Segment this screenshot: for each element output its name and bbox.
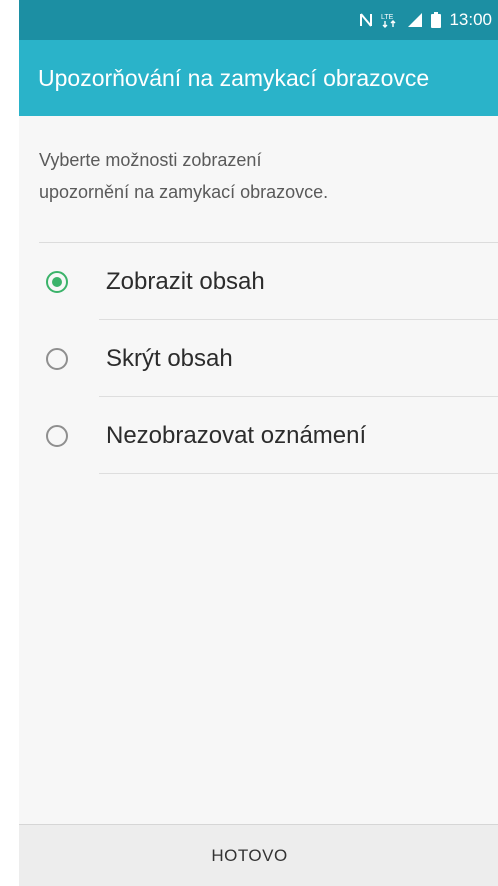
- description: Vyberte možnosti zobrazení upozornění na…: [19, 116, 498, 224]
- nfc-icon: [359, 12, 373, 28]
- option-skryt-obsah[interactable]: Skrýt obsah: [19, 320, 498, 397]
- option-label: Zobrazit obsah: [106, 267, 265, 295]
- radio-unselected-icon[interactable]: [46, 424, 68, 447]
- radio-unselected-icon[interactable]: [46, 347, 68, 370]
- description-line-2: upozornění na zamykací obrazovce.: [39, 182, 329, 202]
- svg-text:LTE: LTE: [381, 14, 394, 21]
- option-nezobrazovat-oznameni[interactable]: Nezobrazovat oznámení: [19, 397, 498, 474]
- option-zobrazit-obsah[interactable]: Zobrazit obsah: [19, 243, 498, 320]
- description-line-1: Vyberte možnosti zobrazení: [39, 150, 262, 170]
- signal-icon: [407, 12, 423, 28]
- bottom-bar: HOTOVO: [19, 824, 498, 886]
- option-label: Skrýt obsah: [106, 344, 233, 372]
- app-bar: Upozorňování na zamykací obrazovce: [19, 40, 498, 116]
- status-time: 13:00: [449, 10, 492, 29]
- option-label: Nezobrazovat oznámení: [106, 421, 367, 449]
- battery-icon: [431, 12, 442, 28]
- screen: LTE 13:00 Upozorňování na zamykací obraz…: [19, 0, 498, 886]
- status-bar: LTE 13:00: [19, 0, 498, 40]
- radio-selected-icon[interactable]: [46, 270, 68, 293]
- lte-icon: LTE: [381, 12, 399, 28]
- divider: [99, 473, 498, 474]
- page-title: Upozorňování na zamykací obrazovce: [38, 64, 430, 91]
- done-button[interactable]: HOTOVO: [211, 846, 287, 866]
- content: Vyberte možnosti zobrazení upozornění na…: [19, 116, 498, 474]
